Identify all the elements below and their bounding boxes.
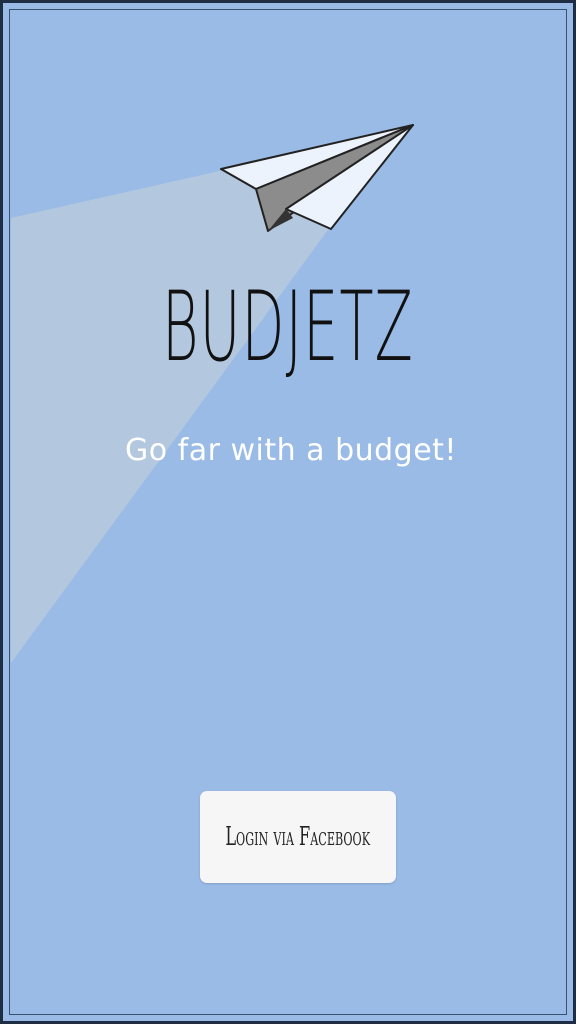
login-button-label: Login via Facebook: [225, 822, 371, 852]
facebook-login-button[interactable]: Login via Facebook: [200, 791, 396, 883]
app-tagline: Go far with a budget!: [125, 433, 457, 468]
welcome-screen: BUDJETZ Go far with a budget! Login via …: [0, 0, 576, 1024]
app-title: BUDJETZ: [162, 271, 414, 383]
